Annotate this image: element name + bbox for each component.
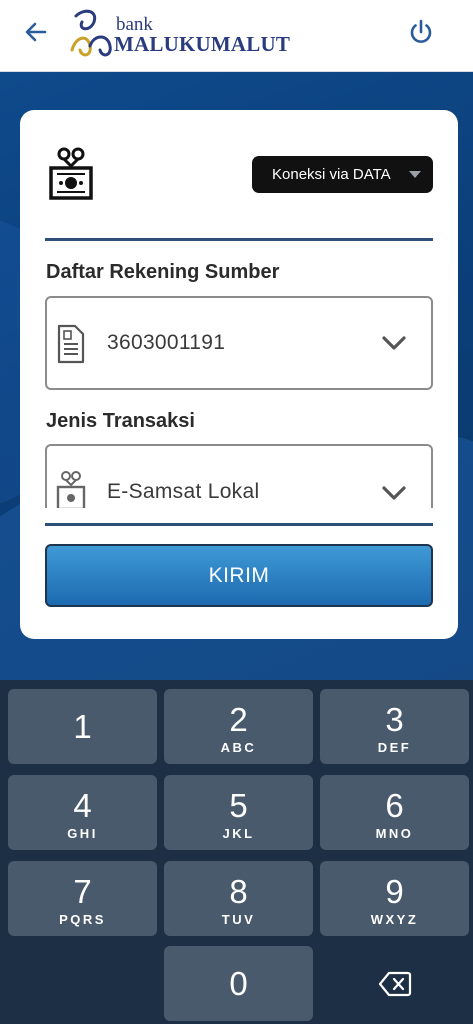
key-digit: 0 (229, 965, 248, 1002)
divider (45, 523, 433, 526)
key-letters: JKL (222, 826, 255, 841)
key-digit: 3 (385, 701, 404, 738)
chevron-down-icon (382, 336, 406, 350)
key-9[interactable]: 9 WXYZ (320, 861, 469, 936)
key-digit: 8 (229, 873, 248, 910)
key-2[interactable]: 2 ABC (164, 689, 313, 764)
backspace-button[interactable] (320, 946, 469, 1021)
back-button[interactable] (18, 14, 54, 50)
tax-service-icon (49, 147, 93, 200)
key-5[interactable]: 5 JKL (164, 775, 313, 850)
key-digit: 6 (385, 787, 404, 824)
bank-logo: bank MALUKUMALUT (68, 6, 291, 60)
key-7[interactable]: 7 PQRS (8, 861, 157, 936)
logo-text-big: MALUKUMALUT (114, 32, 291, 56)
chevron-down-icon (382, 486, 406, 500)
divider (45, 238, 433, 241)
key-letters: GHI (67, 826, 98, 841)
key-letters: ABC (220, 740, 257, 755)
key-8[interactable]: 8 TUV (164, 861, 313, 936)
power-icon (410, 19, 432, 43)
key-letters: MNO (375, 826, 414, 841)
key-letters: PQRS (59, 912, 106, 927)
submit-button[interactable]: KIRIM (45, 544, 433, 607)
logo-mark-icon (70, 9, 112, 57)
key-3[interactable]: 3 DEF (320, 689, 469, 764)
transaction-card: Koneksi via DATA Daftar Rekening Sumber … (20, 110, 458, 639)
connection-label: Koneksi via DATA (272, 166, 391, 183)
tax-service-icon (56, 471, 86, 508)
key-digit: 9 (385, 873, 404, 910)
caret-down-icon (409, 171, 421, 178)
key-digit: 1 (73, 708, 92, 745)
key-digit: 2 (229, 701, 248, 738)
key-digit: 5 (229, 787, 248, 824)
key-4[interactable]: 4 GHI (8, 775, 157, 850)
key-letters: TUV (221, 912, 256, 927)
document-icon (57, 324, 85, 364)
key-6[interactable]: 6 MNO (320, 775, 469, 850)
key-digit: 7 (73, 873, 92, 910)
logout-button[interactable] (403, 14, 439, 50)
connection-dropdown[interactable]: Koneksi via DATA (252, 156, 433, 193)
numeric-keypad: 1 2 ABC 3 DEF 4 GHI 5 JKL 6 MNO 7 PQRS 8… (0, 680, 473, 1024)
backspace-icon (378, 971, 411, 996)
transaction-type-select[interactable]: E-Samsat Lokal (45, 444, 433, 508)
key-digit: 4 (73, 787, 92, 824)
source-account-label: Daftar Rekening Sumber (46, 261, 280, 283)
source-account-select[interactable]: 3603001191 (45, 296, 433, 390)
transaction-type-label: Jenis Transaksi (46, 410, 195, 432)
app-header: bank MALUKUMALUT (0, 0, 473, 72)
key-letters: DEF (377, 740, 412, 755)
transaction-type-value: E-Samsat Lokal (107, 480, 260, 503)
key-letters: WXYZ (370, 912, 419, 927)
key-0[interactable]: 0 (164, 946, 313, 1021)
key-1[interactable]: 1 (8, 689, 157, 764)
arrow-left-icon (25, 22, 47, 42)
source-account-value: 3603001191 (107, 331, 226, 354)
